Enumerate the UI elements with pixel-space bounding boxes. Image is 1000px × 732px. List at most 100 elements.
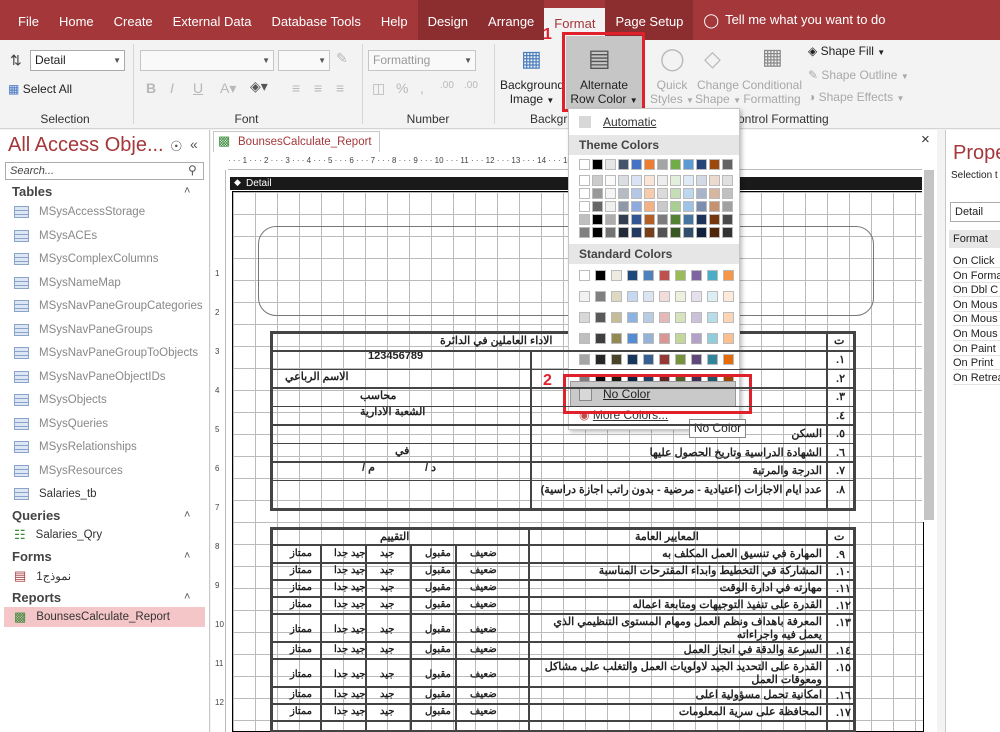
align-center-icon[interactable]: ≡ bbox=[314, 80, 322, 96]
theme-color-shade-swatch[interactable] bbox=[670, 201, 681, 212]
nav-item-report[interactable]: ▩ BounsesCalculate_Report bbox=[4, 607, 205, 627]
change-shape-button[interactable]: Change Shape ▼ bbox=[694, 78, 742, 108]
theme-color-swatch[interactable] bbox=[722, 159, 733, 170]
fill-color-icon[interactable]: ◈▾ bbox=[250, 78, 268, 95]
theme-color-shade-swatch[interactable] bbox=[644, 227, 655, 238]
theme-color-shade-swatch[interactable] bbox=[670, 188, 681, 199]
theme-color-shade-swatch[interactable] bbox=[709, 214, 720, 225]
format-painter-icon[interactable]: ✎ bbox=[336, 50, 348, 67]
theme-color-shade-swatch[interactable] bbox=[618, 175, 629, 186]
theme-color-shade-swatch[interactable] bbox=[709, 201, 720, 212]
theme-color-shade-swatch[interactable] bbox=[605, 201, 616, 212]
property-item[interactable]: On Mous bbox=[953, 313, 1000, 327]
nav-item-table[interactable]: MSysComplexColumns bbox=[14, 249, 159, 269]
theme-color-shade-swatch[interactable] bbox=[722, 175, 733, 186]
standard-color-swatch[interactable] bbox=[723, 333, 734, 344]
chevron-up-icon[interactable]: ˄ bbox=[184, 509, 190, 521]
percent-icon[interactable]: % bbox=[396, 80, 408, 96]
theme-color-shade-swatch[interactable] bbox=[657, 214, 668, 225]
align-left-icon[interactable]: ≡ bbox=[292, 80, 300, 96]
theme-color-shade-swatch[interactable] bbox=[683, 227, 694, 238]
standard-color-swatch[interactable] bbox=[659, 270, 670, 281]
standard-color-swatch[interactable] bbox=[643, 333, 654, 344]
standard-color-swatch[interactable] bbox=[675, 291, 686, 302]
theme-color-shade-swatch[interactable] bbox=[592, 227, 603, 238]
standard-color-swatch[interactable] bbox=[627, 333, 638, 344]
nav-item-query[interactable]: ☷ Salaries_Qry bbox=[14, 525, 102, 545]
standard-color-swatch[interactable] bbox=[611, 312, 622, 323]
nav-section-queries[interactable]: Queries bbox=[12, 508, 60, 523]
standard-color-swatch[interactable] bbox=[579, 270, 590, 281]
theme-color-shade-swatch[interactable] bbox=[722, 214, 733, 225]
nav-item-table[interactable]: Salaries_tb bbox=[14, 484, 97, 504]
standard-color-swatch[interactable] bbox=[723, 312, 734, 323]
theme-color-shade-swatch[interactable] bbox=[644, 188, 655, 199]
theme-color-shade-swatch[interactable] bbox=[579, 214, 590, 225]
close-icon[interactable]: × bbox=[921, 131, 930, 148]
conditional-formatting-button[interactable]: Conditional Formatting bbox=[740, 78, 804, 106]
theme-color-shade-swatch[interactable] bbox=[696, 227, 707, 238]
theme-color-shade-swatch[interactable] bbox=[644, 201, 655, 212]
tab-help[interactable]: Help bbox=[371, 0, 418, 40]
theme-color-shade-swatch[interactable] bbox=[644, 214, 655, 225]
nav-section-reports[interactable]: Reports bbox=[12, 590, 61, 605]
scrollbar-thumb[interactable] bbox=[924, 170, 934, 520]
standard-color-swatch[interactable] bbox=[723, 291, 734, 302]
theme-color-shade-swatch[interactable] bbox=[592, 201, 603, 212]
theme-color-shade-swatch[interactable] bbox=[631, 214, 642, 225]
property-item[interactable]: On Mous bbox=[953, 299, 1000, 312]
theme-color-swatch[interactable] bbox=[631, 159, 642, 170]
shape-outline-button[interactable]: ✎ Shape Outline ▼ bbox=[808, 68, 909, 84]
theme-color-swatch[interactable] bbox=[670, 159, 681, 170]
theme-color-swatch[interactable] bbox=[618, 159, 629, 170]
nav-item-table[interactable]: MSysQueries bbox=[14, 414, 108, 434]
standard-color-swatch[interactable] bbox=[707, 291, 718, 302]
property-item[interactable]: On Paint bbox=[953, 343, 1000, 356]
standard-color-swatch[interactable] bbox=[643, 354, 654, 365]
standard-color-swatch[interactable] bbox=[579, 312, 590, 323]
standard-color-swatch[interactable] bbox=[691, 270, 702, 281]
property-item[interactable]: On Forma bbox=[953, 270, 1000, 283]
nav-menu-icon[interactable]: ☉ bbox=[170, 138, 183, 155]
theme-color-swatch[interactable] bbox=[579, 159, 590, 170]
standard-color-swatch[interactable] bbox=[691, 354, 702, 365]
tell-me-box[interactable]: ◯ Tell me what you want to do bbox=[693, 0, 895, 40]
automatic-color-option[interactable]: Automatic bbox=[603, 115, 656, 129]
background-image-button[interactable]: Background Image ▼ bbox=[500, 78, 564, 108]
standard-color-swatch[interactable] bbox=[611, 291, 622, 302]
chevron-up-icon[interactable]: ˄ bbox=[184, 550, 190, 562]
theme-color-shade-swatch[interactable] bbox=[657, 201, 668, 212]
standard-color-swatch[interactable] bbox=[643, 270, 654, 281]
theme-color-shade-swatch[interactable] bbox=[722, 201, 733, 212]
nav-item-table[interactable]: MSysNavPaneObjectIDs bbox=[14, 367, 166, 387]
theme-color-shade-swatch[interactable] bbox=[683, 188, 694, 199]
theme-color-shade-swatch[interactable] bbox=[579, 227, 590, 238]
tab-database-tools[interactable]: Database Tools bbox=[261, 0, 370, 40]
report-name-field[interactable]: الاسم الرباعي bbox=[285, 370, 349, 383]
standard-color-swatch[interactable] bbox=[627, 291, 638, 302]
report-job-field[interactable]: محاسب bbox=[360, 389, 396, 402]
standard-color-swatch[interactable] bbox=[659, 312, 670, 323]
quick-styles-button[interactable]: Quick Styles ▼ bbox=[646, 78, 698, 108]
number-format-combo[interactable]: Formatting ▼ bbox=[368, 50, 476, 71]
standard-color-swatch[interactable] bbox=[691, 291, 702, 302]
theme-color-swatch[interactable] bbox=[696, 159, 707, 170]
theme-color-shade-swatch[interactable] bbox=[605, 175, 616, 186]
align-right-icon[interactable]: ≡ bbox=[336, 80, 344, 96]
nav-item-table[interactable]: MSysNameMap bbox=[14, 273, 121, 293]
standard-color-swatch[interactable] bbox=[707, 354, 718, 365]
theme-color-shade-swatch[interactable] bbox=[709, 188, 720, 199]
increase-decimal-icon[interactable]: .00 bbox=[440, 80, 454, 91]
standard-color-swatch[interactable] bbox=[675, 270, 686, 281]
theme-color-shade-swatch[interactable] bbox=[605, 214, 616, 225]
property-item[interactable]: On Print bbox=[953, 357, 1000, 371]
property-item[interactable]: On Click bbox=[953, 255, 1000, 268]
standard-color-swatch[interactable] bbox=[675, 312, 686, 323]
theme-color-shade-swatch[interactable] bbox=[670, 175, 681, 186]
theme-color-shade-swatch[interactable] bbox=[605, 188, 616, 199]
comma-icon[interactable]: , bbox=[420, 80, 424, 96]
theme-color-shade-swatch[interactable] bbox=[696, 214, 707, 225]
tab-arrange[interactable]: Arrange bbox=[478, 0, 545, 40]
theme-color-shade-swatch[interactable] bbox=[709, 227, 720, 238]
theme-color-shade-swatch[interactable] bbox=[631, 188, 642, 199]
